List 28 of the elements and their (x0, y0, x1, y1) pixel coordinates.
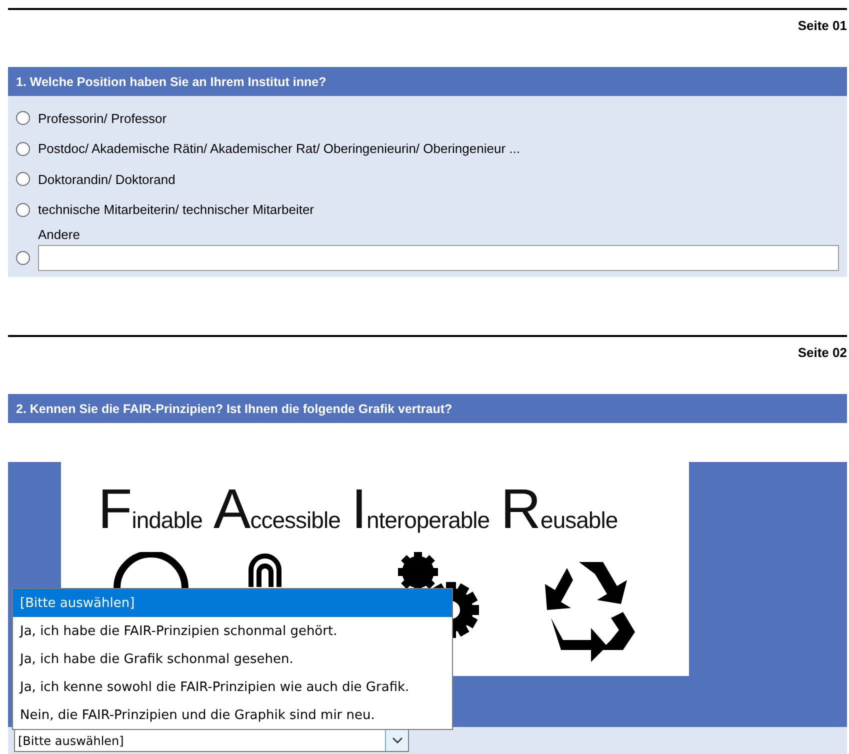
option-label: Doktorandin/ Doktorand (38, 172, 176, 187)
graphic-label: Interoperable (351, 476, 490, 541)
dropdown-option[interactable]: Ja, ich habe die FAIR-Prinzipien schonmal gehört. (13, 617, 452, 645)
radio-button[interactable] (16, 111, 30, 126)
text-input-field[interactable] (38, 245, 839, 271)
dropdown-option[interactable]: Nein, die FAIR-Prinzipien und die Graphik sind mir neu. (13, 701, 452, 729)
graphic-label: Reusable (500, 476, 618, 541)
page-number: Seite 01 (798, 18, 847, 33)
graphic-label: Findable (98, 476, 202, 541)
ring-icon (114, 552, 188, 588)
question-title: 1. Welche Position haben Sie an Ihrem Institut inne? (8, 67, 847, 96)
radio-button[interactable] (16, 172, 30, 186)
graphic-label: Accessible (213, 476, 340, 541)
question-title: 2. Kennen Sie die FAIR-Prinzipien? Ist Ihnen die folgende Grafik vertraut? (8, 394, 847, 423)
page-number: Seite 02 (798, 345, 847, 360)
radio-button[interactable] (16, 202, 30, 217)
option-label: Andere (38, 227, 81, 242)
option-label: technische Mitarbeiterin/ technischer Mitarbeiter (38, 202, 314, 218)
radio-button[interactable] (16, 142, 30, 156)
dropdown-option[interactable]: Ja, ich habe die Grafik schonmal gesehen. (13, 645, 452, 673)
dropdown-option[interactable]: [Bitte auswählen] (13, 589, 452, 617)
dropdown-option[interactable]: Ja, ich kenne sowohl die FAIR-Prinzipien wie auch die Grafik. (13, 673, 452, 701)
dropdown-select[interactable]: [Bitte auswählen] (14, 729, 409, 752)
radio-button[interactable] (16, 251, 30, 265)
caret-icon (392, 737, 402, 744)
option-label: Professorin/ Professor (38, 110, 167, 126)
option-label: Postdoc/ Akademische Rätin/ Akademischer Rat/ Oberingenieurin/ Oberingenieur ... (38, 141, 520, 156)
recycle-icon (545, 562, 635, 662)
